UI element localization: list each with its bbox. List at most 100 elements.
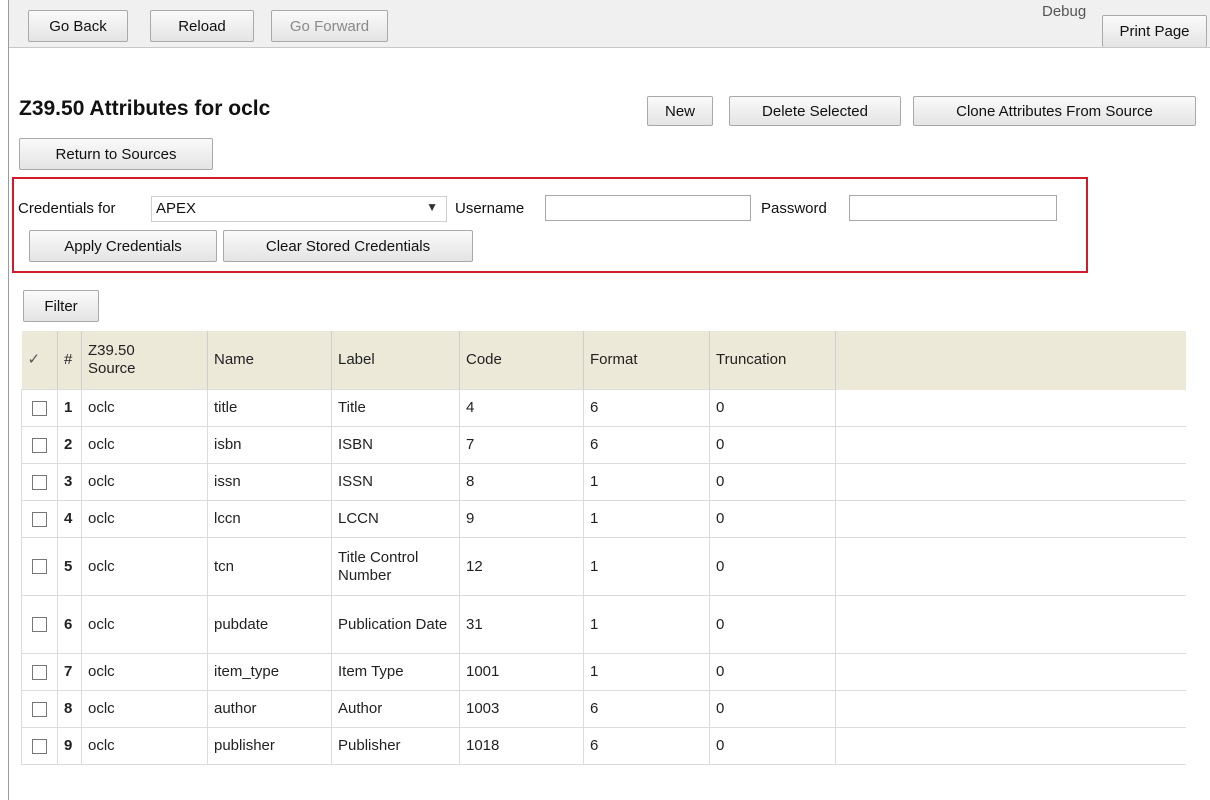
row-format: 6 xyxy=(583,389,710,427)
table-row[interactable]: 3 oclc issn ISSN 8 1 0 xyxy=(21,463,1186,501)
row-select-cell xyxy=(21,463,58,501)
table-row[interactable]: 5 oclc tcn Title Control Number 12 1 0 xyxy=(21,537,1186,596)
row-code: 1001 xyxy=(459,653,584,691)
row-label: Title xyxy=(331,389,460,427)
clear-stored-credentials-button[interactable]: Clear Stored Credentials xyxy=(223,230,473,262)
go-back-button[interactable]: Go Back xyxy=(28,10,128,42)
column-header-source-line1: Z39.50 xyxy=(88,342,135,359)
debug-link[interactable]: Debug xyxy=(1042,3,1086,20)
row-truncation: 0 xyxy=(709,690,836,728)
row-code: 8 xyxy=(459,463,584,501)
reload-button[interactable]: Reload xyxy=(150,10,254,42)
go-forward-button[interactable]: Go Forward xyxy=(271,10,388,42)
chevron-down-icon[interactable]: ▼ xyxy=(426,200,438,214)
row-name: pubdate xyxy=(207,595,332,654)
row-source: oclc xyxy=(81,653,208,691)
row-filler xyxy=(835,537,1186,596)
row-select-cell xyxy=(21,653,58,691)
new-button[interactable]: New xyxy=(647,96,713,126)
row-code: 31 xyxy=(459,595,584,654)
delete-selected-button[interactable]: Delete Selected xyxy=(729,96,901,126)
column-header-name[interactable]: Name xyxy=(207,331,332,390)
row-truncation: 0 xyxy=(709,389,836,427)
checkbox-icon[interactable] xyxy=(32,701,47,717)
row-label: Item Type xyxy=(331,653,460,691)
checkbox-icon[interactable] xyxy=(32,511,47,527)
row-code: 1003 xyxy=(459,690,584,728)
row-number: 7 xyxy=(57,653,82,691)
row-label: Publication Date xyxy=(331,595,460,654)
checkbox-icon[interactable] xyxy=(32,664,47,680)
checkbox-icon[interactable] xyxy=(32,738,47,754)
row-name: item_type xyxy=(207,653,332,691)
row-format: 6 xyxy=(583,690,710,728)
row-number: 4 xyxy=(57,500,82,538)
row-filler xyxy=(835,595,1186,654)
row-format: 1 xyxy=(583,500,710,538)
browser-toolbar: Go Back Reload Go Forward Debug Print Pa… xyxy=(9,0,1210,48)
page-title: Z39.50 Attributes for oclc xyxy=(19,97,271,120)
row-filler xyxy=(835,426,1186,464)
row-label: LCCN xyxy=(331,500,460,538)
column-header-filler xyxy=(835,331,1186,390)
apply-credentials-button[interactable]: Apply Credentials xyxy=(29,230,217,262)
checkbox-icon[interactable] xyxy=(32,437,47,453)
row-filler xyxy=(835,653,1186,691)
column-header-code[interactable]: Code xyxy=(459,331,584,390)
checkbox-icon[interactable] xyxy=(32,474,47,490)
column-header-select[interactable]: ✓ xyxy=(21,331,58,390)
row-name: issn xyxy=(207,463,332,501)
row-label: ISSN xyxy=(331,463,460,501)
table-row[interactable]: 6 oclc pubdate Publication Date 31 1 0 xyxy=(21,595,1186,654)
row-source: oclc xyxy=(81,389,208,427)
row-truncation: 0 xyxy=(709,537,836,596)
filter-button[interactable]: Filter xyxy=(23,290,99,322)
row-filler xyxy=(835,690,1186,728)
row-select-cell xyxy=(21,500,58,538)
checkbox-icon[interactable] xyxy=(32,559,47,575)
row-name: lccn xyxy=(207,500,332,538)
column-header-truncation[interactable]: Truncation xyxy=(709,331,836,390)
table-row[interactable]: 1 oclc title Title 4 6 0 xyxy=(21,389,1186,427)
grid-body: 1 oclc title Title 4 6 0 2 oclc isbn ISBN 7 6 0 3 oclc i… xyxy=(21,389,1186,765)
username-field[interactable] xyxy=(545,195,751,221)
row-name: tcn xyxy=(207,537,332,596)
credentials-source-select[interactable]: APEX ▼ xyxy=(151,196,447,222)
row-filler xyxy=(835,500,1186,538)
row-select-cell xyxy=(21,426,58,464)
password-field[interactable] xyxy=(849,195,1057,221)
row-truncation: 0 xyxy=(709,653,836,691)
column-header-number[interactable]: # xyxy=(57,331,82,390)
row-format: 6 xyxy=(583,426,710,464)
app-frame: Go Back Reload Go Forward Debug Print Pa… xyxy=(8,0,1210,800)
table-row[interactable]: 9 oclc publisher Publisher 1018 6 0 xyxy=(21,727,1186,765)
row-name: title xyxy=(207,389,332,427)
column-header-label[interactable]: Label xyxy=(331,331,460,390)
row-source: oclc xyxy=(81,595,208,654)
checkbox-icon[interactable] xyxy=(32,400,47,416)
column-header-format[interactable]: Format xyxy=(583,331,710,390)
row-number: 9 xyxy=(57,727,82,765)
row-source: oclc xyxy=(81,690,208,728)
column-header-source[interactable]: Z39.50 Source xyxy=(81,331,208,390)
row-format: 1 xyxy=(583,595,710,654)
table-row[interactable]: 4 oclc lccn LCCN 9 1 0 xyxy=(21,500,1186,538)
checkbox-icon[interactable] xyxy=(32,617,47,633)
clone-attributes-button[interactable]: Clone Attributes From Source xyxy=(913,96,1196,126)
row-name: author xyxy=(207,690,332,728)
row-filler xyxy=(835,463,1186,501)
table-row[interactable]: 8 oclc author Author 1003 6 0 xyxy=(21,690,1186,728)
row-select-cell xyxy=(21,595,58,654)
credentials-source-value: APEX xyxy=(156,200,197,217)
row-source: oclc xyxy=(81,500,208,538)
row-truncation: 0 xyxy=(709,463,836,501)
row-number: 6 xyxy=(57,595,82,654)
row-code: 7 xyxy=(459,426,584,464)
row-name: publisher xyxy=(207,727,332,765)
table-row[interactable]: 2 oclc isbn ISBN 7 6 0 xyxy=(21,426,1186,464)
row-truncation: 0 xyxy=(709,595,836,654)
print-page-button[interactable]: Print Page xyxy=(1102,15,1207,47)
row-select-cell xyxy=(21,537,58,596)
return-to-sources-button[interactable]: Return to Sources xyxy=(19,138,213,170)
table-row[interactable]: 7 oclc item_type Item Type 1001 1 0 xyxy=(21,653,1186,691)
